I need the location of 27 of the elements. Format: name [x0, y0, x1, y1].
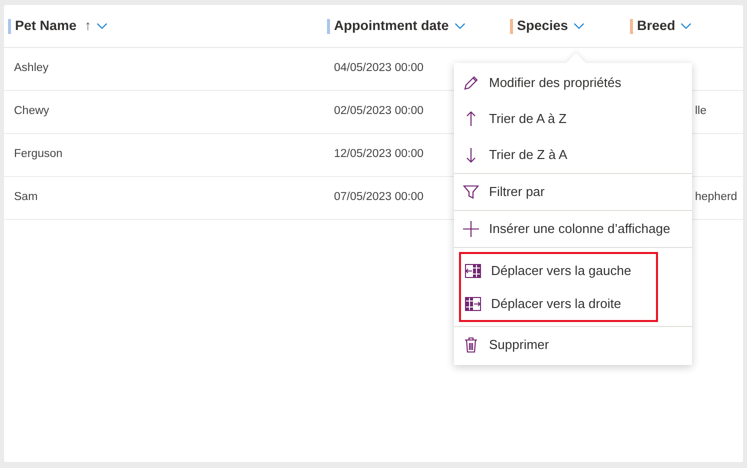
table-cell: Chewy — [14, 105, 50, 118]
menu-item[interactable]: Modifier des propriétés — [454, 65, 692, 101]
menu-item[interactable]: Insérer une colonne d’affichage — [454, 211, 692, 247]
move-right-icon — [464, 294, 482, 312]
trash-icon — [462, 336, 480, 354]
sort-arrow: ↑ — [84, 16, 92, 35]
table-cell: 02/05/2023 00:00 — [334, 105, 424, 118]
table-cell: Ashley — [14, 62, 49, 74]
move-left-icon — [464, 262, 482, 280]
menu-item[interactable]: Filtrer par — [454, 174, 692, 210]
table-cell: Sam — [14, 191, 38, 204]
filter-icon — [462, 183, 480, 201]
pencil-icon — [462, 74, 480, 92]
plus-icon — [462, 220, 480, 238]
table-cell: lle — [695, 105, 707, 118]
menu-item[interactable]: Trier de A à Z — [454, 101, 692, 137]
menu-item[interactable]: Trier de Z à A — [454, 137, 692, 173]
menu-item[interactable]: Supprimer — [454, 327, 692, 363]
column-label: Appointment date — [334, 16, 449, 35]
column-label: Species — [517, 16, 568, 35]
table-cell: hepherd — [695, 191, 738, 204]
table-cell: Ferguson — [14, 148, 63, 160]
table-cell: 04/05/2023 00:00 — [334, 62, 424, 74]
table-cell: 07/05/2023 00:00 — [334, 191, 424, 204]
table-cell: 12/05/2023 00:00 — [334, 148, 424, 160]
column-label: Breed — [637, 16, 676, 35]
column-label: Pet Name — [15, 16, 77, 35]
